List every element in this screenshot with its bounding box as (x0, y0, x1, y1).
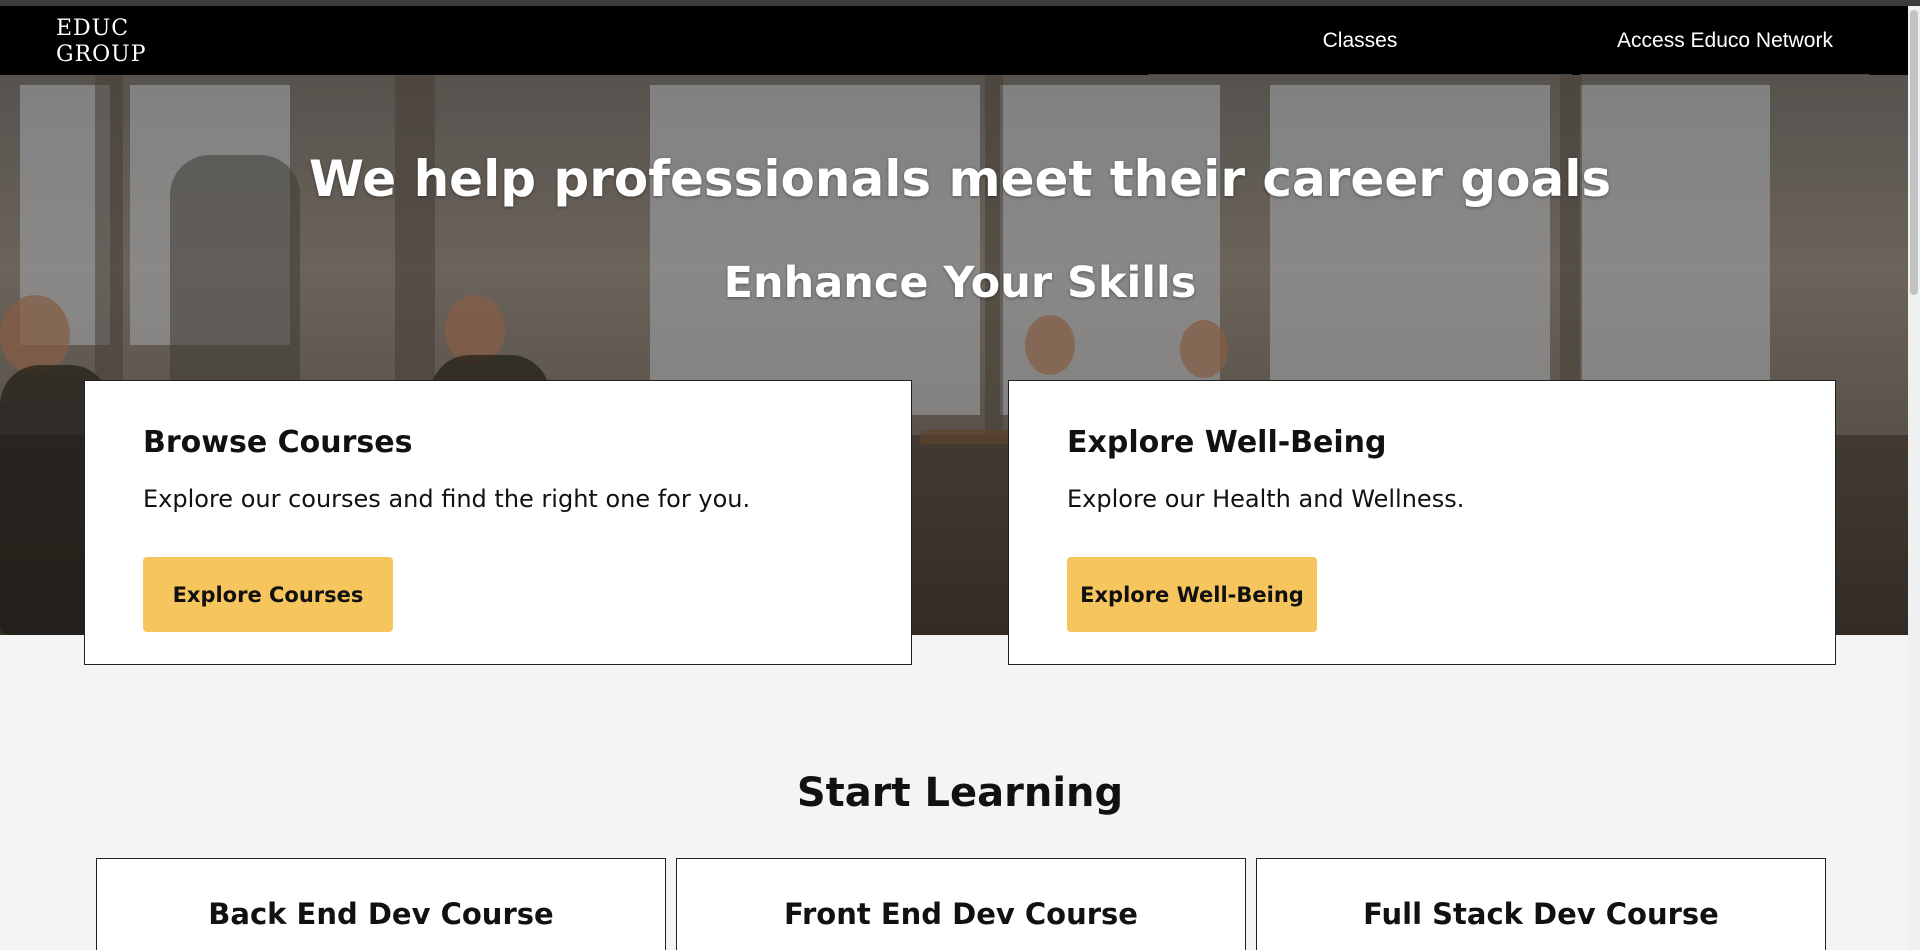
course-card-title: Full Stack Dev Course (1363, 897, 1719, 931)
hero-title: We help professionals meet their career … (308, 150, 1612, 208)
top-navbar: EDUC GROUP Classes Access Educo Network (0, 6, 1920, 76)
scrollbar-thumb[interactable] (1910, 10, 1918, 295)
nav-link-classes[interactable]: Classes (1148, 6, 1572, 75)
browse-courses-card: Browse Courses Explore our courses and f… (84, 380, 912, 665)
course-card-title: Front End Dev Course (784, 897, 1138, 931)
nav-link-access-educo-network[interactable]: Access Educo Network (1580, 6, 1870, 75)
logo-line-1: EDUC (56, 16, 130, 41)
card-description: Explore our courses and find the right o… (143, 485, 751, 513)
course-card-front-end[interactable]: Front End Dev Course (676, 858, 1246, 950)
educo-group-logo[interactable]: EDUC GROUP (56, 16, 146, 68)
page-scrollbar[interactable] (1908, 6, 1920, 950)
logo-line-2: GROUP (56, 42, 147, 67)
explore-well-being-card: Explore Well-Being Explore our Health an… (1008, 380, 1836, 665)
course-card-title: Back End Dev Course (208, 897, 554, 931)
start-learning-heading: Start Learning (796, 770, 1124, 816)
card-title: Browse Courses (143, 425, 413, 460)
explore-courses-button[interactable]: Explore Courses (143, 557, 393, 632)
course-card-full-stack[interactable]: Full Stack Dev Course (1256, 858, 1826, 950)
hero-subtitle: Enhance Your Skills (723, 258, 1197, 308)
explore-well-being-button[interactable]: Explore Well-Being (1067, 557, 1317, 632)
card-description: Explore our Health and Wellness. (1067, 485, 1465, 513)
course-card-back-end[interactable]: Back End Dev Course (96, 858, 666, 950)
card-title: Explore Well-Being (1067, 425, 1387, 460)
